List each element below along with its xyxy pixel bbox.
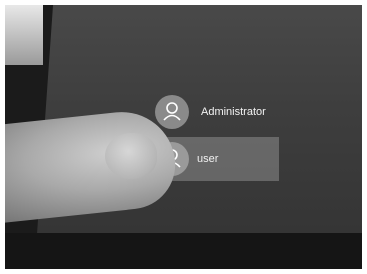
account-administrator[interactable]: Administrator bbox=[155, 95, 266, 129]
glare bbox=[5, 5, 43, 65]
user-avatar-icon bbox=[155, 95, 189, 129]
account-label: Administrator bbox=[201, 106, 266, 118]
fingernail bbox=[105, 133, 157, 179]
photo: Administrator user bbox=[5, 5, 362, 269]
account-label: user bbox=[197, 153, 219, 165]
bezel bbox=[5, 233, 362, 269]
